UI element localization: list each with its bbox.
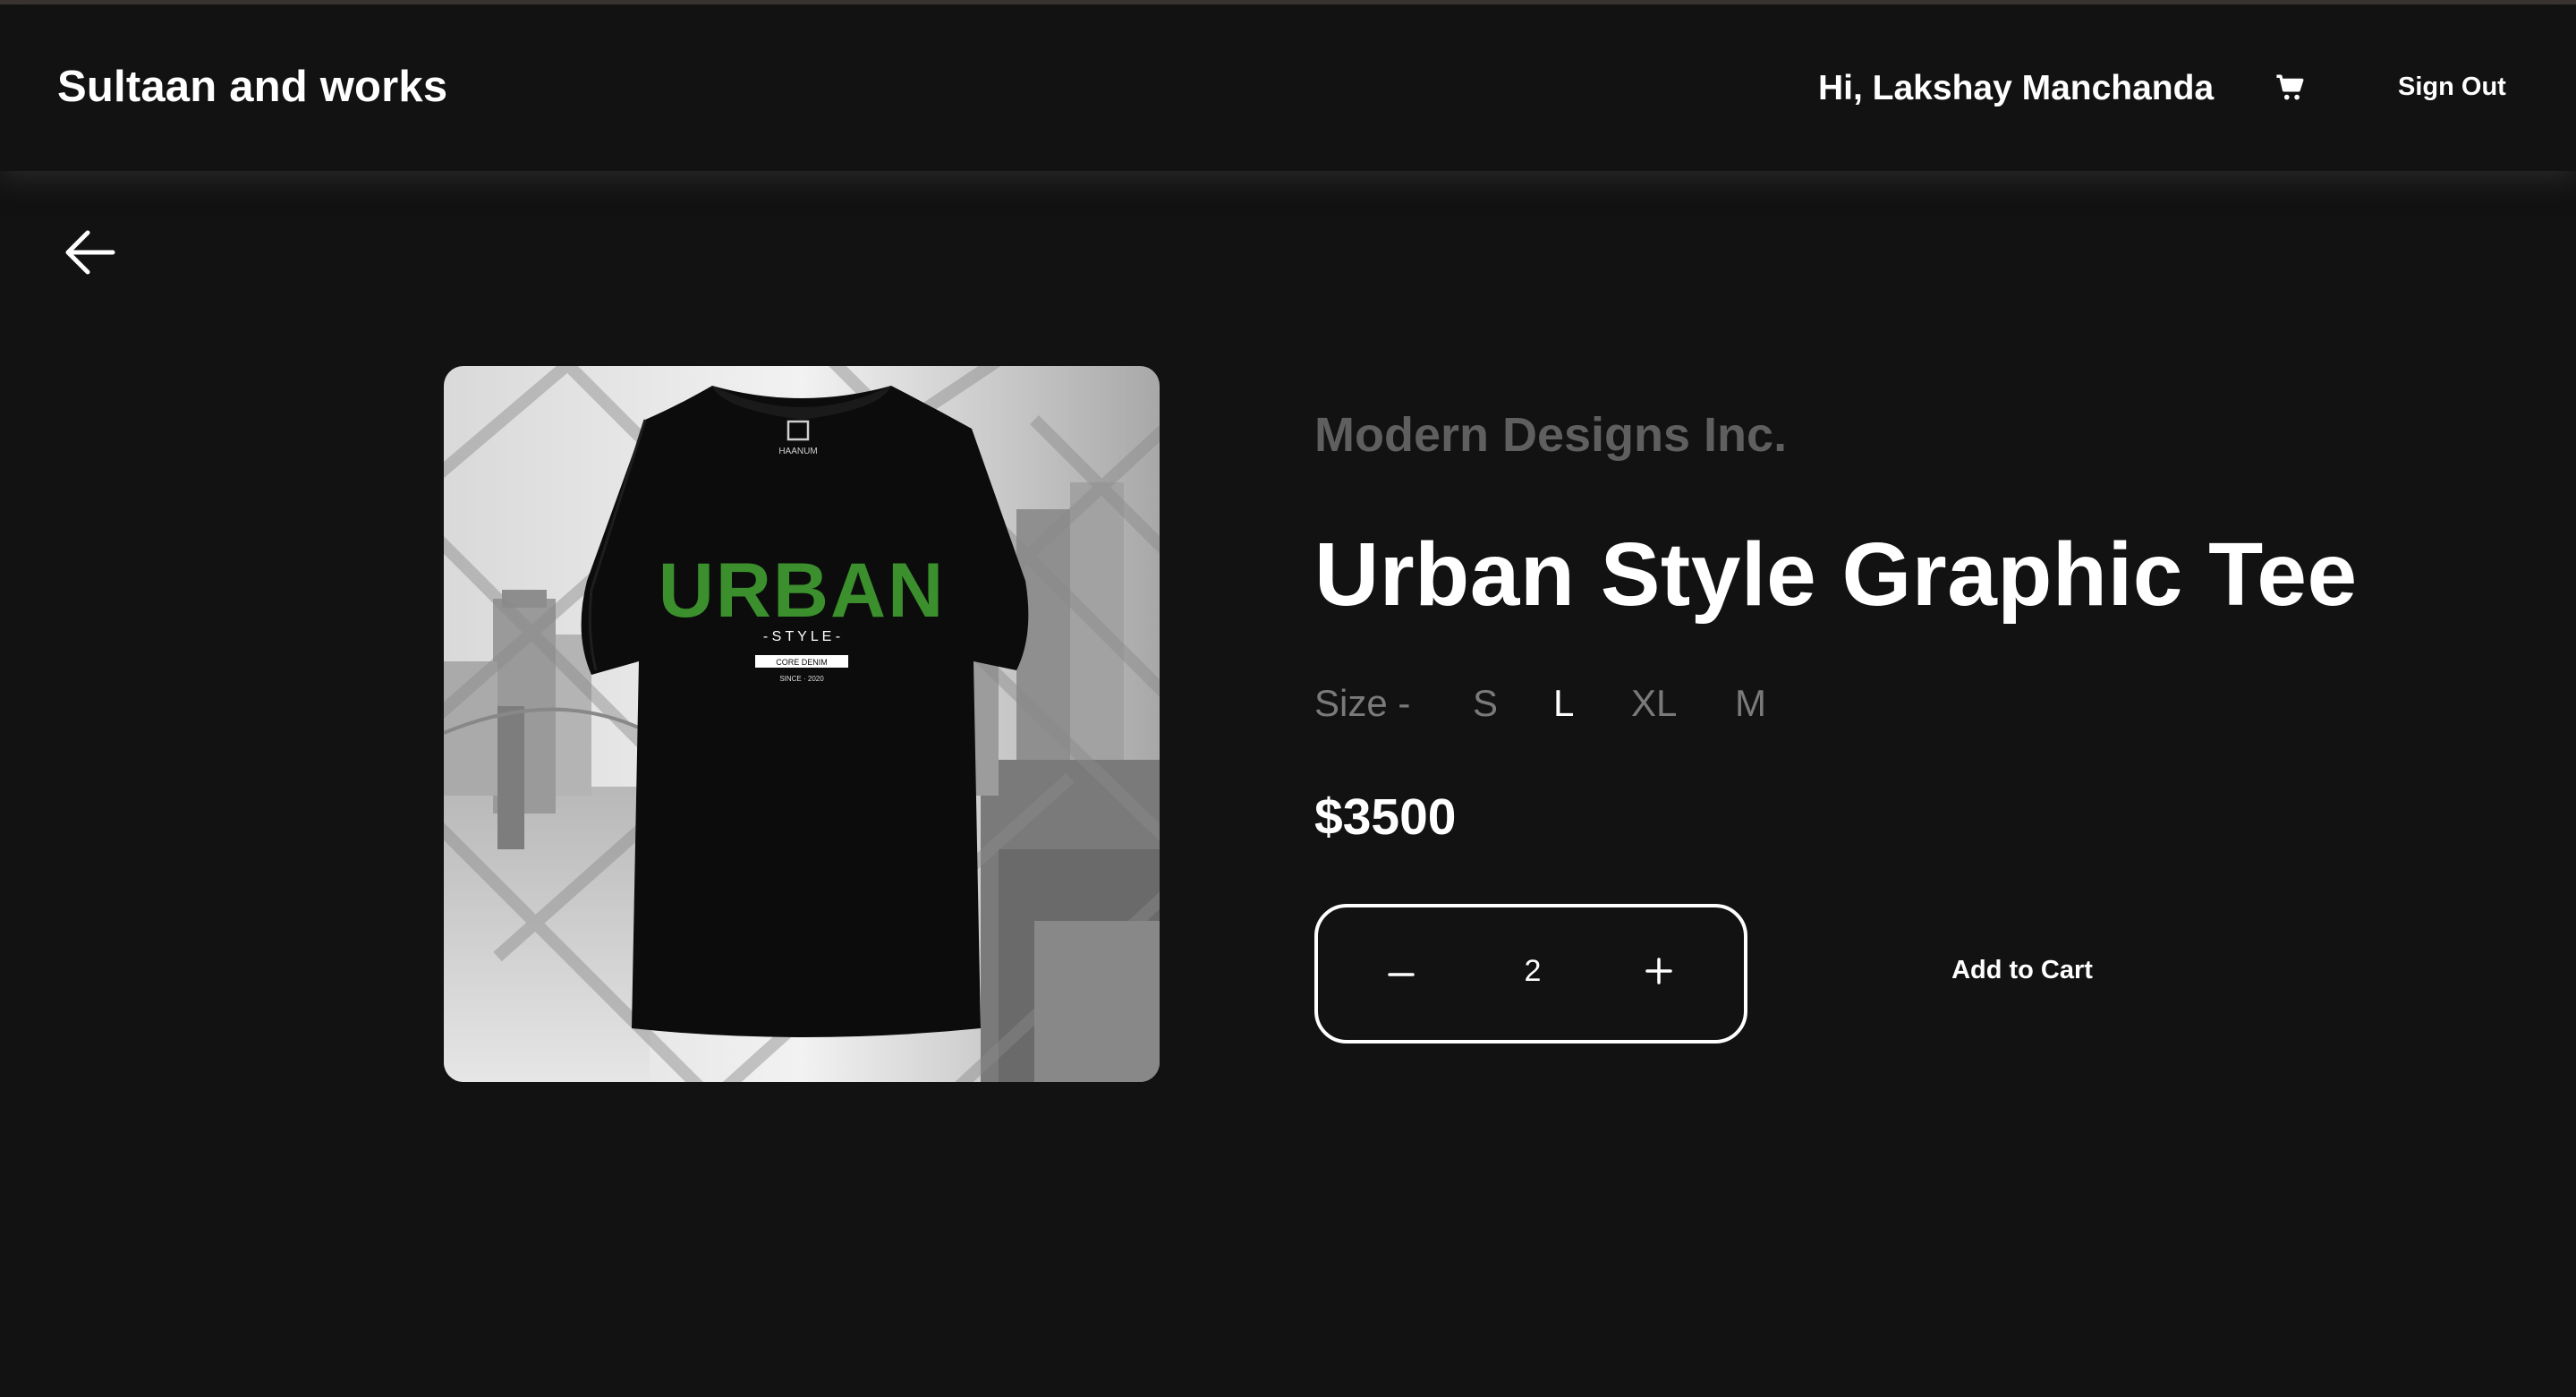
site-header: Sultaan and works Hi, Lakshay Manchanda …	[0, 4, 2576, 171]
tshirt-print-tag: CORE DENIM	[776, 658, 828, 667]
tshirt-image: HAANUM URBAN - S T Y L E - CORE DENIM SI…	[444, 366, 1160, 1082]
user-greeting: Hi, Lakshay Manchanda	[1818, 69, 2215, 107]
size-option-xl[interactable]: XL	[1631, 682, 1677, 725]
plus-icon-svg	[1645, 958, 1672, 984]
minus-icon-svg	[1388, 973, 1415, 976]
size-option-s[interactable]: S	[1473, 682, 1498, 725]
sign-out-button[interactable]: Sign Out	[2398, 72, 2506, 102]
arrow-left-icon-svg	[65, 230, 115, 275]
tshirt-print-sub: - S T Y L E -	[763, 629, 840, 644]
tshirt-brand-text: HAANUM	[778, 447, 817, 456]
size-option-m[interactable]: M	[1735, 682, 1766, 725]
cart-icon-svg	[2276, 74, 2304, 100]
arrow-left-icon[interactable]	[61, 224, 118, 281]
product-company: Modern Designs Inc.	[1314, 408, 1788, 462]
plus-icon[interactable]	[1637, 949, 1681, 993]
brand-logo-text[interactable]: Sultaan and works	[57, 62, 447, 112]
quantity-stepper: 2	[1314, 904, 1747, 1043]
product-image: HAANUM URBAN - S T Y L E - CORE DENIM SI…	[444, 366, 1160, 1082]
tshirt-print-since: SINCE · 2020	[779, 675, 824, 683]
product-price: $3500	[1314, 788, 1457, 846]
size-label: Size -	[1314, 682, 1411, 724]
quantity-value: 2	[1524, 954, 1542, 988]
cart-icon[interactable]	[2275, 72, 2306, 103]
size-option-l[interactable]: L	[1553, 682, 1574, 725]
product-title: Urban Style Graphic Tee	[1314, 524, 2358, 625]
minus-icon[interactable]	[1379, 952, 1424, 997]
tshirt-print-main: URBAN	[659, 548, 946, 634]
add-to-cart-button[interactable]: Add to Cart	[1915, 956, 2130, 985]
